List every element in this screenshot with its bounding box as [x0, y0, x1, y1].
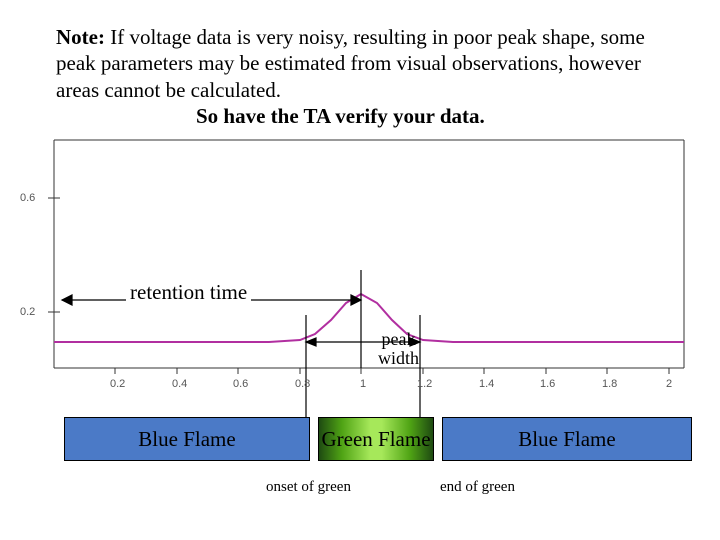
- y-tick-0: 0.2: [20, 306, 35, 318]
- blue-flame-left-label: Blue Flame: [138, 427, 235, 452]
- x-tick-5: 1.2: [417, 378, 432, 390]
- chromatogram-chart: [28, 120, 692, 400]
- x-tick-6: 1.4: [479, 378, 494, 390]
- green-flame: Green Flame: [318, 417, 434, 461]
- green-flame-label: Green Flame: [321, 427, 430, 452]
- flame-row: Blue Flame Green Flame Blue Flame: [64, 417, 692, 459]
- blue-flame-left: Blue Flame: [64, 417, 310, 461]
- x-tick-2: 0.6: [233, 378, 248, 390]
- peak-width-line2: width: [378, 348, 419, 368]
- chart-svg: [28, 120, 692, 420]
- note-block: Note: If voltage data is very noisy, res…: [56, 24, 664, 129]
- note-label: Note:: [56, 25, 105, 49]
- peak-width-line1: peak: [382, 329, 416, 349]
- blue-flame-right: Blue Flame: [442, 417, 692, 461]
- onset-of-green-label: onset of green: [266, 479, 351, 496]
- x-tick-7: 1.6: [540, 378, 555, 390]
- x-tick-1: 0.4: [172, 378, 187, 390]
- x-tick-4: 1: [360, 378, 366, 390]
- retention-time-label: retention time: [126, 280, 251, 305]
- x-tick-3: 0.8: [295, 378, 310, 390]
- peak-width-label: peak width: [378, 330, 419, 368]
- y-tick-1: 0.6: [20, 192, 35, 204]
- blue-flame-right-label: Blue Flame: [518, 427, 615, 452]
- x-tick-9: 2: [666, 378, 672, 390]
- end-of-green-label: end of green: [440, 479, 515, 496]
- note-body: If voltage data is very noisy, resulting…: [56, 25, 645, 102]
- x-tick-0: 0.2: [110, 378, 125, 390]
- x-tick-8: 1.8: [602, 378, 617, 390]
